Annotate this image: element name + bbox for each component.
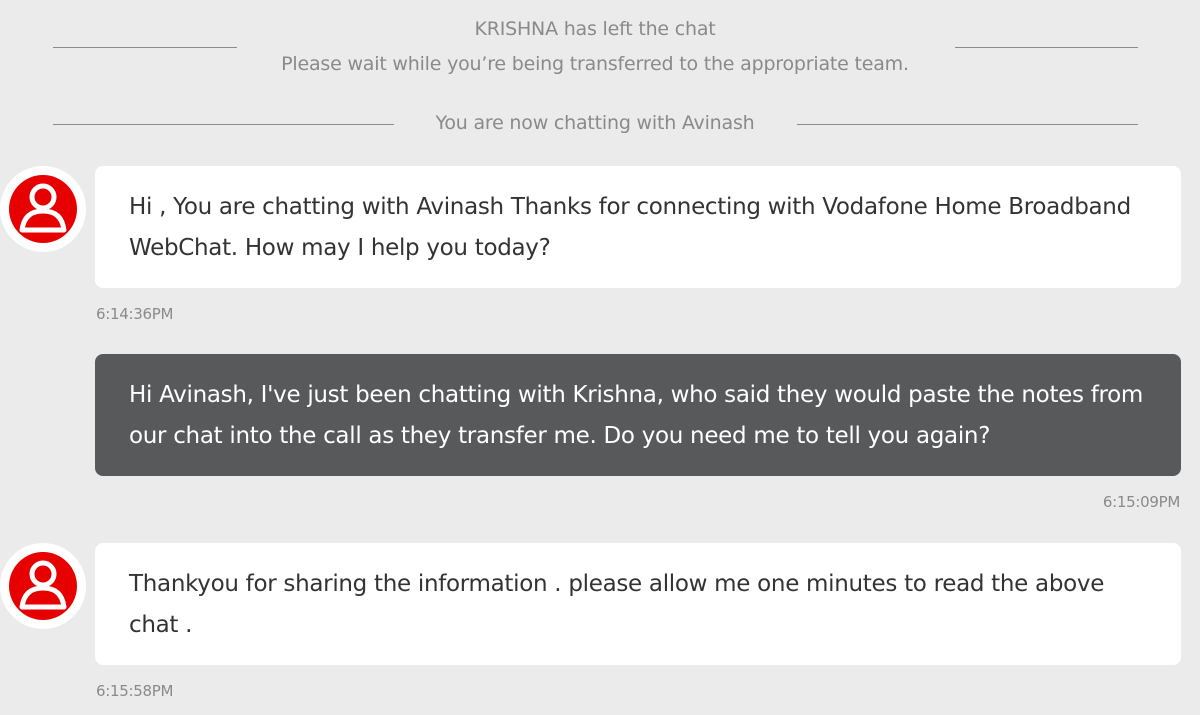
user-message-bubble: Hi Avinash, I've just been chatting with… [95,354,1181,476]
user-silhouette-icon [9,552,77,620]
system-message-agent-left: KRISHNA has left the chat [474,18,716,40]
agent-message-bubble: Thankyou for sharing the information . p… [95,543,1181,665]
agent-message-bubble: Hi , You are chatting with Avinash Thank… [95,166,1181,288]
system-message-now-chatting: You are now chatting with Avinash [435,112,755,134]
system-message-transfer: Please wait while you’re being transferr… [281,53,909,75]
message-timestamp: 6:14:36PM [96,305,174,323]
message-text: Thankyou for sharing the information . p… [129,571,1105,638]
agent-avatar [0,543,86,629]
message-text: Hi Avinash, I've just been chatting with… [129,382,1144,449]
divider-line [53,47,237,48]
user-silhouette-icon [9,175,77,243]
message-timestamp: 6:15:58PM [96,682,174,700]
agent-avatar [0,166,86,252]
message-timestamp: 6:15:09PM [1102,493,1180,511]
message-text: Hi , You are chatting with Avinash Thank… [129,194,1131,261]
divider-line [955,47,1138,48]
chat-transcript: KRISHNA has left the chat Please wait wh… [0,0,1200,715]
